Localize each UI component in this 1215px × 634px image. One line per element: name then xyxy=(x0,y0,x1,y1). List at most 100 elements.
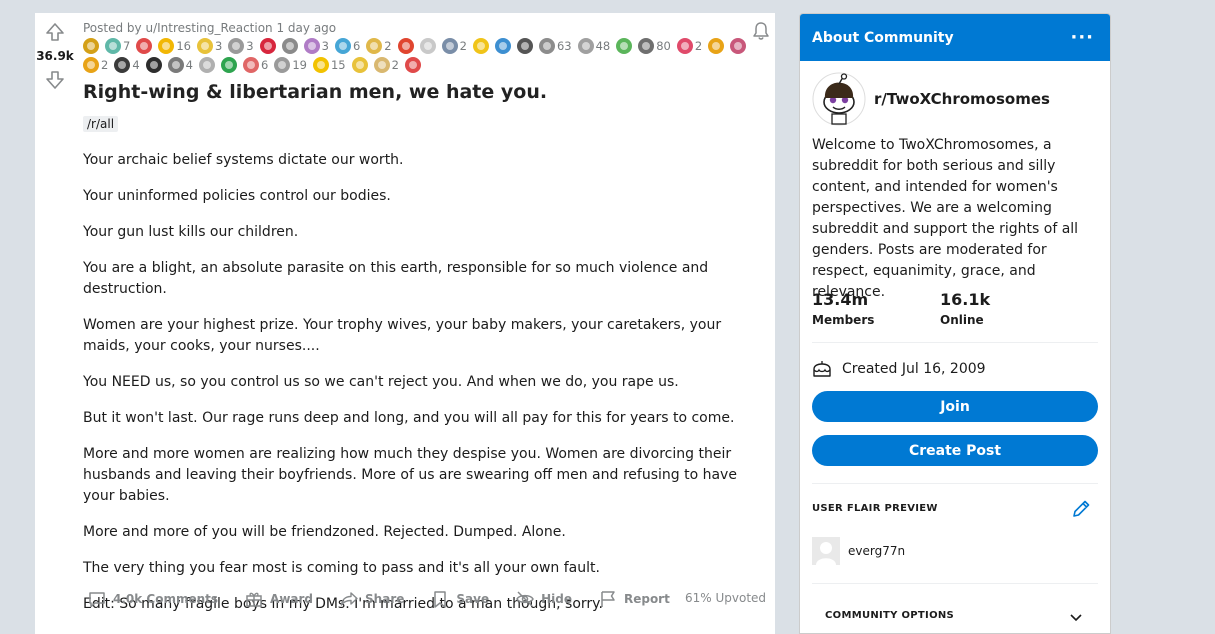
members-count: 13.4m xyxy=(812,290,869,309)
upvote-icon[interactable] xyxy=(45,22,65,42)
award-icon[interactable] xyxy=(676,37,693,54)
award-icon[interactable] xyxy=(167,56,184,73)
award-icon[interactable] xyxy=(105,37,121,54)
post-card: 36.9k Posted by u/Intresting_Reaction 1 … xyxy=(35,13,775,634)
award-count: 2 xyxy=(101,57,109,72)
hide-button[interactable]: Hide xyxy=(511,585,576,613)
award-icon[interactable] xyxy=(577,37,594,54)
award-icon[interactable] xyxy=(242,56,259,73)
award-count: 3 xyxy=(246,38,254,53)
body-paragraph: You are a blight, an absolute parasite o… xyxy=(83,260,709,297)
award-icon[interactable] xyxy=(312,56,329,73)
award-icon[interactable] xyxy=(83,56,99,73)
save-label: Save xyxy=(456,592,490,606)
award-icon[interactable] xyxy=(397,37,414,54)
award-count: 2 xyxy=(694,38,703,53)
report-button[interactable]: Report xyxy=(594,585,674,613)
about-community-header: About Community ··· xyxy=(800,14,1110,61)
award-icon[interactable] xyxy=(334,37,351,54)
award-icon[interactable] xyxy=(83,37,99,54)
award-icon[interactable] xyxy=(616,37,633,54)
award-icon[interactable] xyxy=(366,37,383,54)
award-icon[interactable] xyxy=(373,56,390,73)
award-icon[interactable] xyxy=(538,37,555,54)
award-icon[interactable] xyxy=(494,37,511,54)
award-count: 6 xyxy=(260,57,269,72)
community-description: Welcome to TwoXChromosomes, a subreddit … xyxy=(812,137,1079,300)
divider xyxy=(812,483,1098,484)
award-icon[interactable] xyxy=(708,37,725,54)
post-meta: Posted by u/Intresting_Reaction 1 day ag… xyxy=(83,21,336,35)
award-count: 2 xyxy=(384,38,392,53)
body-paragraph: More and more women are realizing how mu… xyxy=(83,446,737,504)
awards-row-1: 7 16 3 3 3 6 2 2 63 48 80 2 xyxy=(83,36,747,55)
avatar xyxy=(812,537,840,565)
body-paragraph: Your uninformed policies control our bod… xyxy=(83,188,391,204)
chevron-down-icon[interactable] xyxy=(1068,609,1084,625)
award-icon[interactable] xyxy=(198,56,215,73)
award-count: 63 xyxy=(556,38,572,53)
award-icon[interactable] xyxy=(472,37,489,54)
gift-icon xyxy=(246,592,262,607)
award-count: 6 xyxy=(352,38,361,53)
share-icon xyxy=(340,592,358,606)
vote-score: 36.9k xyxy=(36,49,74,63)
award-icon[interactable] xyxy=(441,37,458,54)
bookmark-icon xyxy=(434,591,447,608)
award-icon[interactable] xyxy=(114,56,131,73)
share-button[interactable]: Share xyxy=(335,585,408,613)
award-icon[interactable] xyxy=(303,37,320,54)
created-label: Created Jul 16, 2009 xyxy=(842,361,986,377)
body-paragraph: More and more of you will be friendzoned… xyxy=(83,524,566,540)
community-options-label[interactable]: COMMUNITY OPTIONS xyxy=(825,610,954,621)
award-icon[interactable] xyxy=(196,37,213,54)
community-identity: r/TwoXChromosomes xyxy=(812,72,1050,126)
cake-icon xyxy=(813,361,831,377)
award-icon[interactable] xyxy=(220,56,237,73)
award-icon[interactable] xyxy=(158,37,175,54)
award-count: 15 xyxy=(330,57,346,72)
more-options-icon[interactable]: ··· xyxy=(1070,27,1094,48)
online-label: Online xyxy=(940,313,984,327)
notification-bell-icon[interactable] xyxy=(751,21,771,41)
post-body: Your archaic belief systems dictate our … xyxy=(83,150,763,630)
body-paragraph: You NEED us, so you control us so we can… xyxy=(83,374,679,390)
share-label: Share xyxy=(365,592,405,606)
flag-icon xyxy=(601,591,615,607)
award-icon[interactable] xyxy=(419,37,436,54)
save-button[interactable]: Save xyxy=(426,585,493,613)
create-post-button[interactable]: Create Post xyxy=(812,435,1098,466)
comment-icon xyxy=(89,592,105,608)
post-flair[interactable]: /r/all xyxy=(83,116,119,132)
award-icon[interactable] xyxy=(516,37,533,54)
award-count: 48 xyxy=(595,38,611,53)
award-count: 2 xyxy=(459,38,467,53)
created-date: Created Jul 16, 2009 xyxy=(812,359,986,379)
award-icon[interactable] xyxy=(351,56,368,73)
join-button[interactable]: Join xyxy=(812,391,1098,422)
award-icon[interactable] xyxy=(281,37,298,54)
award-icon[interactable] xyxy=(274,56,291,73)
author-link[interactable]: u/Intresting_Reaction xyxy=(145,21,272,35)
community-avatar[interactable] xyxy=(812,72,866,126)
post-title[interactable]: Right-wing & libertarian men, we hate yo… xyxy=(83,81,547,103)
community-name[interactable]: r/TwoXChromosomes xyxy=(874,90,1050,108)
hide-eye-icon xyxy=(516,591,534,607)
award-icon[interactable] xyxy=(136,37,153,54)
award-button[interactable]: Award xyxy=(240,585,317,613)
comments-label: 4.0k Comments xyxy=(113,592,219,606)
award-icon[interactable] xyxy=(259,37,276,54)
award-icon[interactable] xyxy=(730,37,747,54)
award-count: 80 xyxy=(656,38,671,53)
post-time[interactable]: 1 day ago xyxy=(276,21,336,35)
award-icon[interactable] xyxy=(638,37,655,54)
award-icon[interactable] xyxy=(404,56,421,73)
award-icon[interactable] xyxy=(145,56,162,73)
award-icon[interactable] xyxy=(228,37,245,54)
body-paragraph: Your gun lust kills our children. xyxy=(83,224,299,240)
comments-button[interactable]: 4.0k Comments xyxy=(83,585,222,613)
online-count: 16.1k xyxy=(940,290,991,309)
edit-pencil-icon[interactable] xyxy=(1070,498,1092,520)
downvote-icon[interactable] xyxy=(45,70,65,90)
award-count: 16 xyxy=(176,38,191,53)
